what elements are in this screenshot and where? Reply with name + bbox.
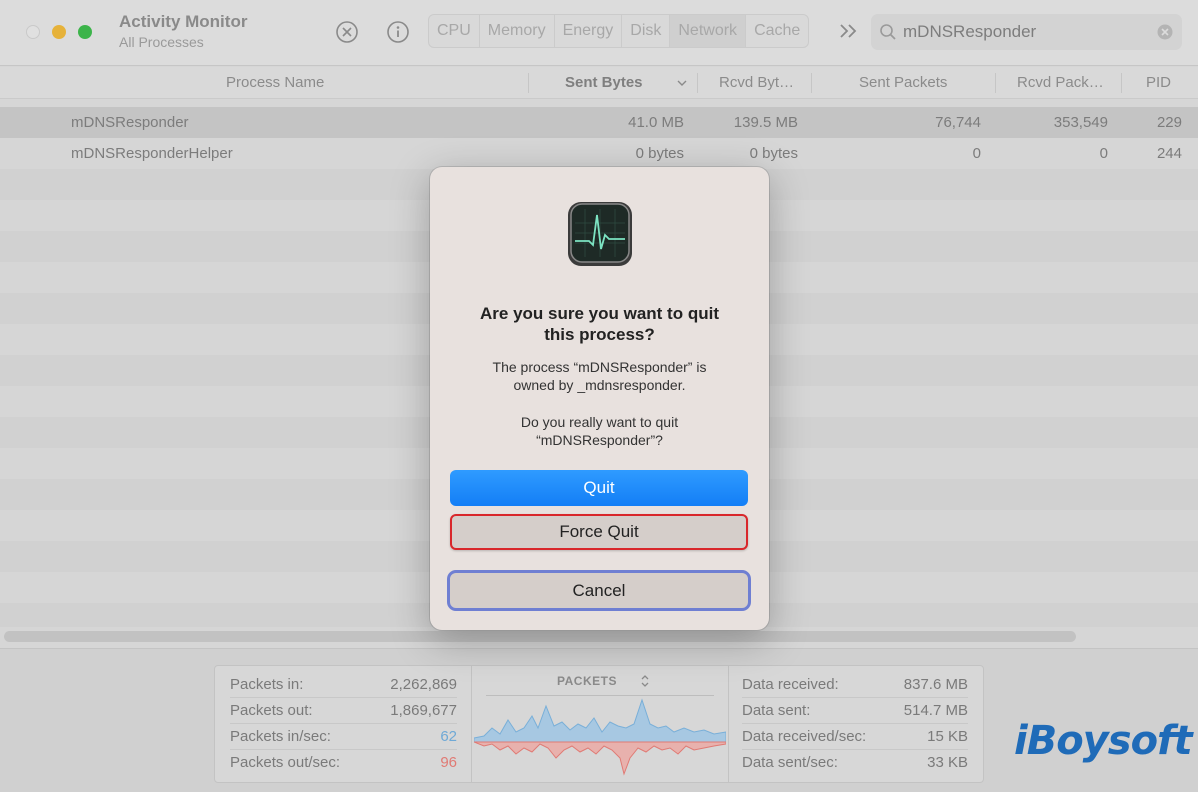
tab-disk[interactable]: Disk xyxy=(622,15,671,47)
category-tabs: CPU Memory Energy Disk Network Cache xyxy=(428,14,810,48)
close-window-button[interactable] xyxy=(26,25,40,39)
stat-label: Packets in: xyxy=(230,676,304,693)
rcvd-bytes: 139.5 MB xyxy=(733,114,798,131)
stat-value: 514.7 MB xyxy=(903,702,968,719)
column-rcvd-bytes[interactable]: Rcvd Byt… xyxy=(719,67,794,99)
process-name: mDNSResponderHelper xyxy=(71,145,233,162)
brand-watermark: iBoysoft xyxy=(1014,718,1193,764)
dialog-message: The process “mDNSResponder” is owned by … xyxy=(450,358,749,394)
column-divider[interactable] xyxy=(697,73,698,93)
column-sent-bytes[interactable]: Sent Bytes xyxy=(565,67,643,99)
stat-data-sent-sec: Data sent/sec: 33 KB xyxy=(742,750,968,776)
stats-panel: Packets in: 2,262,869 Packets out: 1,869… xyxy=(214,665,984,783)
sent-packets: 76,744 xyxy=(935,114,981,131)
column-divider[interactable] xyxy=(1121,73,1122,93)
column-divider[interactable] xyxy=(811,73,812,93)
process-name: mDNSResponder xyxy=(71,114,189,131)
stat-label: Packets out: xyxy=(230,702,313,719)
stop-process-icon[interactable] xyxy=(335,20,359,44)
stat-label: Data sent/sec: xyxy=(742,754,838,771)
rcvd-bytes: 0 bytes xyxy=(749,145,798,162)
tab-memory[interactable]: Memory xyxy=(480,15,555,47)
activity-monitor-app-icon xyxy=(568,202,632,266)
window-subtitle[interactable]: All Processes xyxy=(119,34,204,50)
stat-packets-in: Packets in: 2,262,869 xyxy=(230,672,457,698)
stat-label: Data received: xyxy=(742,676,839,693)
stat-packets-in-sec: Packets in/sec: 62 xyxy=(230,724,457,750)
column-divider[interactable] xyxy=(528,73,529,93)
graph-title[interactable]: PACKETS xyxy=(472,674,702,688)
tab-network[interactable]: Network xyxy=(670,15,747,47)
sent-bytes: 0 bytes xyxy=(635,145,684,162)
pid: 229 xyxy=(1156,114,1182,131)
clear-search-icon[interactable] xyxy=(1157,24,1173,40)
stat-label: Packets in/sec: xyxy=(230,728,331,745)
column-process-name[interactable]: Process Name xyxy=(226,67,324,99)
rcvd-packets: 353,549 xyxy=(1053,114,1108,131)
table-header: Process Name Sent Bytes Rcvd Byt… Sent P… xyxy=(0,67,1198,99)
cancel-button[interactable]: Cancel xyxy=(447,570,751,611)
stat-label: Data sent: xyxy=(742,702,811,719)
table-row[interactable]: mDNSResponder 41.0 MB 139.5 MB 76,744 35… xyxy=(0,107,1198,138)
window-title: Activity Monitor xyxy=(119,12,248,31)
sent-packets: 0 xyxy=(972,145,981,162)
dialog-title: Are you sure you want to quit this proce… xyxy=(450,303,749,345)
info-icon[interactable] xyxy=(386,20,410,44)
stat-data-received-sec: Data received/sec: 15 KB xyxy=(742,724,968,750)
dialog-question-line: “mDNSResponder”? xyxy=(536,432,663,448)
quit-button[interactable]: Quit xyxy=(450,470,748,506)
dialog-title-line: this process? xyxy=(544,325,655,344)
stat-value: 2,262,869 xyxy=(390,676,457,693)
dialog-message-line: owned by _mdnsresponder. xyxy=(513,377,686,393)
dialog-title-line: Are you sure you want to quit xyxy=(480,304,719,323)
search-input[interactable] xyxy=(903,21,1148,43)
stat-value: 62 xyxy=(440,728,457,745)
stat-packets-out-sec: Packets out/sec: 96 xyxy=(230,750,457,776)
dialog-message-line: The process “mDNSResponder” is xyxy=(492,359,707,375)
stat-packets-out: Packets out: 1,869,677 xyxy=(230,698,457,724)
sort-descending-icon[interactable] xyxy=(677,79,687,87)
packets-graph: PACKETS xyxy=(471,666,729,782)
chevron-double-right-icon[interactable] xyxy=(838,19,860,43)
pid: 244 xyxy=(1156,145,1182,162)
dialog-question: Do you really want to quit “mDNSResponde… xyxy=(450,413,749,449)
chevron-up-down-icon[interactable] xyxy=(640,674,650,688)
packets-sparkline xyxy=(474,698,726,776)
stat-value: 1,869,677 xyxy=(390,702,457,719)
stat-data-sent: Data sent: 514.7 MB xyxy=(742,698,968,724)
sent-bytes: 41.0 MB xyxy=(628,114,684,131)
dialog-question-line: Do you really want to quit xyxy=(520,414,679,430)
tab-cache[interactable]: Cache xyxy=(746,15,808,47)
horizontal-scrollbar[interactable] xyxy=(4,631,1076,642)
table-row[interactable]: mDNSResponderHelper 0 bytes 0 bytes 0 0 … xyxy=(0,138,1198,169)
stat-data-received: Data received: 837.6 MB xyxy=(742,672,968,698)
stat-value: 96 xyxy=(440,754,457,771)
force-quit-button[interactable]: Force Quit xyxy=(450,514,748,550)
zoom-window-button[interactable] xyxy=(78,25,92,39)
stat-value: 33 KB xyxy=(927,754,968,771)
graph-divider xyxy=(486,695,714,696)
rcvd-packets: 0 xyxy=(1099,145,1108,162)
stat-label: Data received/sec: xyxy=(742,728,867,745)
tab-energy[interactable]: Energy xyxy=(555,15,623,47)
column-rcvd-packets[interactable]: Rcvd Pack… xyxy=(1017,67,1104,99)
column-sent-packets[interactable]: Sent Packets xyxy=(859,67,947,99)
quit-process-dialog: Are you sure you want to quit this proce… xyxy=(430,167,769,630)
column-pid[interactable]: PID xyxy=(1146,67,1171,99)
tab-cpu[interactable]: CPU xyxy=(429,15,480,47)
column-divider[interactable] xyxy=(995,73,996,93)
stat-value: 837.6 MB xyxy=(903,676,968,693)
search-icon xyxy=(880,24,896,40)
search-field[interactable] xyxy=(871,14,1182,50)
stat-label: Packets out/sec: xyxy=(230,754,341,771)
minimize-window-button[interactable] xyxy=(52,25,66,39)
stat-value: 15 KB xyxy=(927,728,968,745)
toolbar: Activity Monitor All Processes CPU Memor… xyxy=(0,0,1198,66)
